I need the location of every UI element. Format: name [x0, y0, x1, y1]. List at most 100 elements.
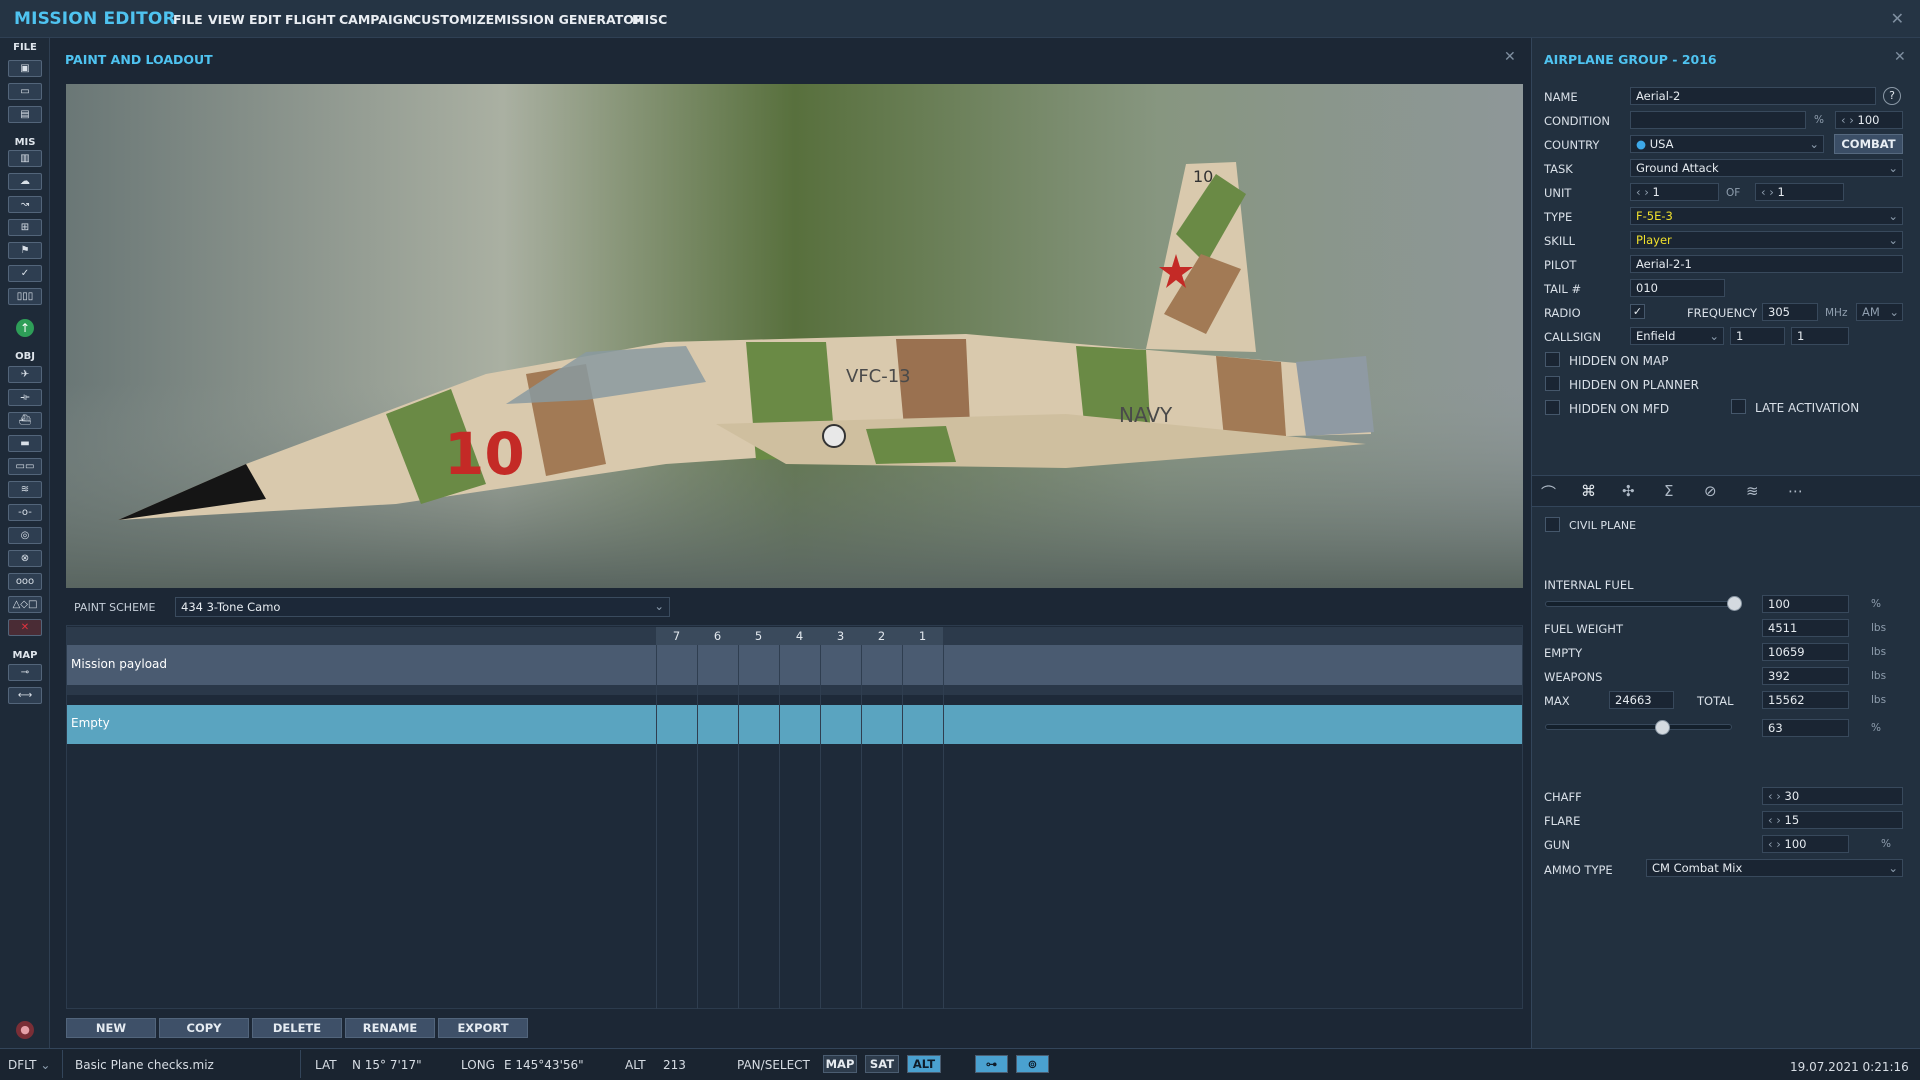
modulation-select[interactable]: AM ⌄ — [1856, 303, 1903, 321]
briefing-icon[interactable]: ▥ — [8, 150, 42, 167]
map-settings-icon[interactable]: ⊚ — [1016, 1055, 1049, 1073]
new-button[interactable]: NEW — [66, 1018, 156, 1038]
rename-button[interactable]: RENAME — [345, 1018, 435, 1038]
menu-mission-generator[interactable]: MISSION GENERATOR — [494, 12, 644, 27]
loadout-row-empty[interactable]: Empty — [67, 705, 1522, 744]
condition-input[interactable]: ‹ › 100 — [1835, 111, 1903, 129]
summary-icon[interactable]: Σ — [1664, 482, 1673, 500]
pan-select-mode[interactable]: PAN/SELECT — [737, 1058, 810, 1072]
payload-icon[interactable]: ⌘ — [1581, 482, 1596, 500]
grid-divider — [779, 645, 780, 1009]
pilot-input[interactable]: Aerial-2-1 — [1630, 255, 1903, 273]
map-mode-button[interactable]: MAP — [823, 1055, 857, 1073]
delete-icon[interactable]: ✕ — [8, 619, 42, 636]
loadout-row-mission-payload[interactable]: Mission payload — [67, 645, 1522, 685]
template-icon[interactable]: ≋ — [8, 481, 42, 498]
trigger-icon[interactable]: ⊞ — [8, 219, 42, 236]
zone-icon[interactable]: ◎ — [8, 527, 42, 544]
open-file-icon[interactable]: ▭ — [8, 83, 42, 100]
tail-number-input[interactable]: 010 — [1630, 279, 1725, 297]
gun-stepper[interactable]: ‹ › 100 — [1762, 835, 1849, 853]
task-value: Ground Attack — [1636, 161, 1719, 175]
menu-edit[interactable]: EDIT — [249, 12, 281, 27]
max-weight-label: MAX — [1544, 694, 1570, 708]
paint-scheme-select[interactable]: 434 3-Tone Camo ⌄ — [175, 597, 670, 617]
callsign-select[interactable]: Enfield ⌄ — [1630, 327, 1724, 345]
internal-fuel-slider-knob[interactable] — [1727, 596, 1742, 611]
alt-mode-button[interactable]: ALT — [907, 1055, 941, 1073]
load-slider-knob[interactable] — [1654, 720, 1670, 735]
combat-button[interactable]: COMBAT — [1834, 134, 1903, 154]
internal-fuel-slider[interactable] — [1545, 601, 1735, 607]
static-object-icon[interactable]: ▭▭ — [8, 458, 42, 475]
menu-flight[interactable]: FLIGHT — [285, 12, 335, 27]
more-icon[interactable]: ⋯ — [1788, 482, 1803, 500]
name-input[interactable]: Aerial-2 — [1630, 87, 1876, 105]
new-file-icon[interactable]: ▣ — [8, 60, 42, 77]
callsign-number-2[interactable]: 1 — [1791, 327, 1849, 345]
aircraft-preview[interactable]: 10 10 VFC-13 NAVY — [66, 84, 1523, 588]
delete-button[interactable]: DELETE — [252, 1018, 342, 1038]
paint-scheme-label: PAINT SCHEME — [74, 601, 156, 614]
goals-icon[interactable]: ⚑ — [8, 242, 42, 259]
menu-misc[interactable]: MISC — [632, 12, 667, 27]
chaff-stepper[interactable]: ‹ › 30 — [1762, 787, 1903, 805]
hidden-on-planner-checkbox[interactable] — [1545, 376, 1560, 391]
weather-icon[interactable]: ☁ — [8, 173, 42, 190]
paint-panel-close-icon[interactable]: ✕ — [1504, 49, 1516, 65]
status-bar — [0, 1048, 1920, 1080]
of-stepper[interactable]: ‹ › 1 — [1755, 183, 1844, 201]
unit-stepper[interactable]: ‹ › 1 — [1630, 183, 1719, 201]
task-select[interactable]: Ground Attack ⌄ — [1630, 159, 1903, 177]
civil-plane-checkbox[interactable] — [1545, 517, 1560, 532]
load-slider[interactable] — [1545, 724, 1732, 730]
profile-select[interactable]: DFLT ⌄ — [8, 1058, 50, 1072]
radio-checkbox[interactable]: ✓ — [1630, 304, 1645, 319]
add-icon[interactable]: ↑ — [16, 319, 34, 337]
menu-view[interactable]: VIEW — [208, 12, 245, 27]
menu-campaign[interactable]: CAMPAIGN — [339, 12, 413, 27]
flare-stepper[interactable]: ‹ › 15 — [1762, 811, 1903, 829]
save-file-icon[interactable]: ▤ — [8, 106, 42, 123]
group-panel-close-icon[interactable]: ✕ — [1894, 49, 1906, 65]
forbid-icon[interactable]: ⊘ — [1704, 482, 1717, 500]
menu-customize[interactable]: CUSTOMIZE — [412, 12, 494, 27]
station-header-2: 2 — [861, 627, 902, 645]
target-icon[interactable]: ⊗ — [8, 550, 42, 567]
internal-fuel-input[interactable]: 100 — [1762, 595, 1849, 613]
ammo-type-select[interactable]: CM Combat Mix ⌄ — [1646, 859, 1903, 877]
help-icon[interactable]: ? — [1883, 87, 1901, 105]
late-activation-checkbox[interactable] — [1731, 399, 1746, 414]
ship-icon[interactable]: ⛴ — [8, 412, 42, 429]
callsign-number-1[interactable]: 1 — [1730, 327, 1785, 345]
record-icon[interactable]: ● — [16, 1021, 34, 1039]
menu-file[interactable]: FILE — [173, 12, 203, 27]
total-weight-unit: lbs — [1871, 694, 1887, 706]
country-select[interactable]: ● USA ⌄ — [1630, 135, 1824, 153]
window-close-icon[interactable]: ✕ — [1891, 9, 1904, 28]
check-icon[interactable]: ✓ — [8, 265, 42, 282]
airplane-icon[interactable]: ✈ — [8, 366, 42, 383]
timeline-icon[interactable]: ▯▯▯ — [8, 288, 42, 305]
route-icon[interactable]: ⌒ — [1541, 482, 1556, 503]
copy-button[interactable]: COPY — [159, 1018, 249, 1038]
waypoint-icon[interactable]: -o- — [8, 504, 42, 521]
vehicle-icon[interactable]: ▬ — [8, 435, 42, 452]
frequency-input[interactable]: 305 — [1762, 303, 1818, 321]
layer-toggle-icon[interactable]: ⊶ — [975, 1055, 1008, 1073]
route-icon[interactable]: ↝ — [8, 196, 42, 213]
sat-mode-button[interactable]: SAT — [865, 1055, 899, 1073]
group-icon[interactable]: ooo — [8, 573, 42, 590]
hidden-on-map-checkbox[interactable] — [1545, 352, 1560, 367]
type-select[interactable]: F-5E-3 ⌄ — [1630, 207, 1903, 225]
map-key-icon[interactable]: ⊸ — [8, 664, 42, 681]
condition-slider-field[interactable] — [1630, 111, 1806, 129]
export-button[interactable]: EXPORT — [438, 1018, 528, 1038]
skill-select[interactable]: Player ⌄ — [1630, 231, 1903, 249]
shapes-icon[interactable]: △◇□ — [8, 596, 42, 613]
ruler-icon[interactable]: ⟷ — [8, 687, 42, 704]
radio-tower-icon[interactable]: ≋ — [1746, 482, 1759, 500]
helicopter-icon[interactable]: ⟛ — [8, 389, 42, 406]
hidden-on-mfd-checkbox[interactable] — [1545, 400, 1560, 415]
drone-icon[interactable]: ✣ — [1622, 482, 1635, 500]
